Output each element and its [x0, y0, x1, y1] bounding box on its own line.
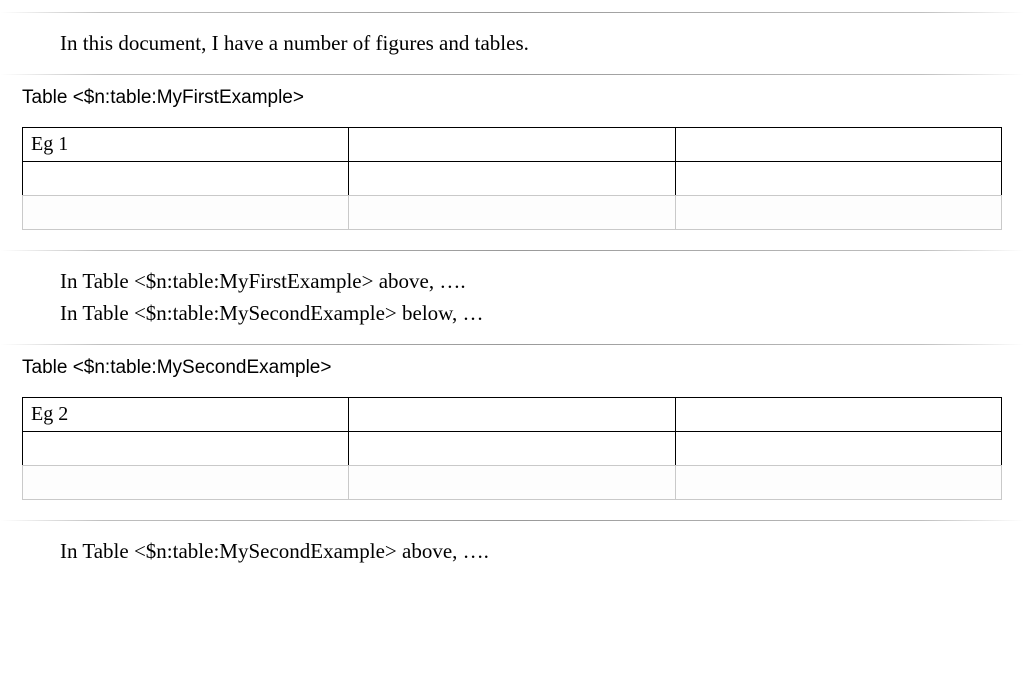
mid-paragraph: In Table <$n:table:MyFirstExample> above… — [0, 251, 1024, 344]
table-row — [23, 431, 1002, 465]
table2: Eg 2 — [22, 397, 1002, 500]
table-cell — [675, 431, 1001, 465]
table-cell — [675, 127, 1001, 161]
table2-container: Eg 2 — [0, 379, 1024, 520]
outro-text: In Table <$n:table:MySecondExample> abov… — [60, 535, 1024, 568]
table-cell: Eg 2 — [23, 397, 349, 431]
table-row: Eg 2 — [23, 397, 1002, 431]
table-row — [23, 161, 1002, 195]
table-row: Eg 1 — [23, 127, 1002, 161]
table-cell — [23, 465, 349, 499]
outro-paragraph: In Table <$n:table:MySecondExample> abov… — [0, 521, 1024, 582]
table-cell — [349, 161, 675, 195]
intro-text: In this document, I have a number of fig… — [60, 27, 1024, 60]
table-cell — [23, 195, 349, 229]
table1: Eg 1 — [22, 127, 1002, 230]
intro-paragraph: In this document, I have a number of fig… — [0, 13, 1024, 74]
table-cell — [349, 195, 675, 229]
mid-text-line1: In Table <$n:table:MyFirstExample> above… — [60, 265, 1024, 298]
mid-text-line2: In Table <$n:table:MySecondExample> belo… — [60, 297, 1024, 330]
table-cell: Eg 1 — [23, 127, 349, 161]
table-cell — [349, 397, 675, 431]
table-cell — [349, 465, 675, 499]
table-row — [23, 465, 1002, 499]
table-cell — [675, 465, 1001, 499]
table1-container: Eg 1 — [0, 109, 1024, 250]
table-cell — [23, 431, 349, 465]
table1-caption: Table <$n:table:MyFirstExample> — [0, 75, 1024, 109]
table-row — [23, 195, 1002, 229]
table-cell — [23, 161, 349, 195]
table2-caption: Table <$n:table:MySecondExample> — [0, 345, 1024, 379]
table-cell — [349, 431, 675, 465]
table-cell — [675, 161, 1001, 195]
table-cell — [349, 127, 675, 161]
table-cell — [675, 195, 1001, 229]
table-cell — [675, 397, 1001, 431]
